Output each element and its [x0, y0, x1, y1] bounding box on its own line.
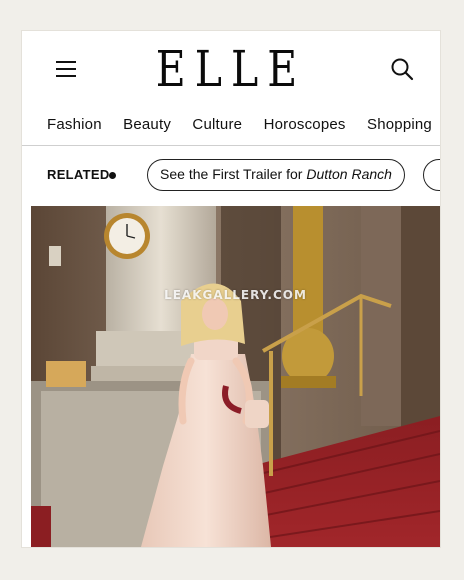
nav-item-shopping[interactable]: Shopping: [367, 116, 432, 133]
related-link-title: Dutton Ranch: [306, 166, 392, 182]
site-logo[interactable]: ELLE: [60, 39, 403, 99]
nav-item-fashion[interactable]: Fashion: [47, 116, 102, 133]
site-header: ELLE: [22, 31, 440, 109]
related-article-link-next[interactable]: [423, 159, 440, 191]
nav-divider: [22, 145, 440, 146]
search-button[interactable]: [390, 57, 414, 81]
watermark-text: LEAKGALLERY.COM: [164, 288, 307, 302]
hero-photo-illustration: [31, 206, 440, 547]
related-article-link[interactable]: See the First Trailer for Dutton Ranch: [147, 159, 405, 191]
app-frame: ELLE Fashion Beauty Culture Horoscopes S…: [22, 31, 440, 547]
related-label: RELATED: [47, 167, 110, 182]
related-link-prefix: See the First Trailer for: [160, 166, 307, 182]
nav-item-beauty[interactable]: Beauty: [123, 116, 171, 133]
search-icon: [391, 58, 414, 81]
related-dot-icon: [109, 172, 116, 179]
article-hero-image[interactable]: LEAKGALLERY.COM: [31, 206, 440, 547]
nav-item-horoscopes[interactable]: Horoscopes: [264, 116, 346, 133]
category-nav: Fashion Beauty Culture Horoscopes Shoppi…: [47, 116, 440, 138]
nav-item-culture[interactable]: Culture: [192, 116, 242, 133]
